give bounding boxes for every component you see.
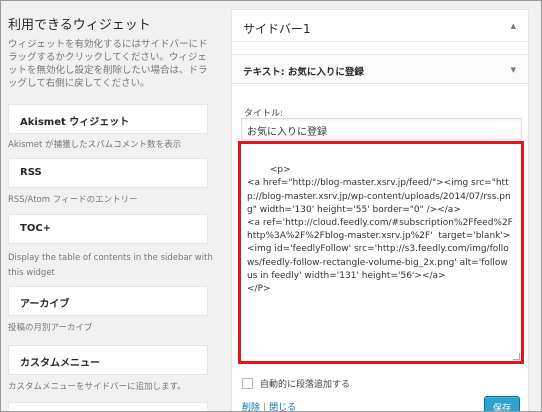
widget-archive-description: 投稿の月別アーカイブ xyxy=(8,323,93,333)
auto-paragraph-checkbox[interactable] xyxy=(242,377,253,389)
text-widget-title: テキスト: お気に入りに登録 xyxy=(243,67,364,78)
available-widgets-description: ウィジェットを有効化するにはサイドバーにドラッグするかクリックしてください。ウィ… xyxy=(8,39,208,89)
save-button[interactable]: 保存 xyxy=(484,396,520,412)
widget-custom-menu[interactable]: カスタムメニュー xyxy=(8,345,208,375)
title-input[interactable]: お気に入りに登録 xyxy=(241,118,522,140)
widget-archive[interactable]: アーカイブ xyxy=(8,286,208,316)
link-separator: | xyxy=(263,403,267,412)
sidebar-1-title: サイドバー1 xyxy=(243,22,311,36)
close-link[interactable]: 閉じる xyxy=(269,403,296,412)
text-widget-header[interactable]: テキスト: お気に入りに登録 ▼ xyxy=(231,54,529,84)
available-widgets-title: 利用できるウィジェット xyxy=(8,18,151,33)
content-text: <p> <a href="http://blog-master.xsrv.jp/… xyxy=(247,165,513,295)
widget-rss-description: RSS/Atom フィードのエントリー xyxy=(8,195,138,205)
widget-toc[interactable]: TOC+ xyxy=(8,214,208,244)
widget-actions: 削除 | 閉じる xyxy=(242,400,296,412)
sidebar-1-panel: サイドバー1 ▲ テキスト: お気に入りに登録 ▼ タイトル: お気に入りに登録… xyxy=(231,9,529,412)
widget-toc-description: Display the table of contents in the sid… xyxy=(8,253,213,278)
delete-link[interactable]: 削除 xyxy=(242,403,260,412)
widget-next[interactable] xyxy=(8,402,208,412)
sidebar-1-header[interactable]: サイドバー1 ▲ xyxy=(232,10,528,42)
content-textarea[interactable]: <p> <a href="http://blog-master.xsrv.jp/… xyxy=(241,144,521,361)
text-widget: テキスト: お気に入りに登録 ▼ タイトル: お気に入りに登録 <p> <a h… xyxy=(231,54,529,412)
widget-rss[interactable]: RSS xyxy=(8,158,208,188)
widget-akismet[interactable]: Akismet ウィジェット xyxy=(8,104,208,134)
highlight-box: <p> <a href="http://blog-master.xsrv.jp/… xyxy=(238,141,524,364)
widget-custom-menu-description: カスタムメニューをサイドバーに追加します。 xyxy=(8,382,186,392)
collapse-up-icon[interactable]: ▲ xyxy=(511,22,516,30)
available-widgets-panel: 利用できるウィジェット ウィジェットを有効化するにはサイドバーにドラッグするかク… xyxy=(8,0,213,412)
resize-handle-icon[interactable] xyxy=(513,353,520,360)
widget-akismet-description: Akismet が捕獲したスパムコメント数を表示 xyxy=(8,140,182,150)
auto-paragraph-label: 自動的に段落追加する xyxy=(260,379,351,390)
expand-down-icon[interactable]: ▼ xyxy=(511,66,516,74)
auto-paragraph-option[interactable]: 自動的に段落追加する xyxy=(242,376,350,390)
